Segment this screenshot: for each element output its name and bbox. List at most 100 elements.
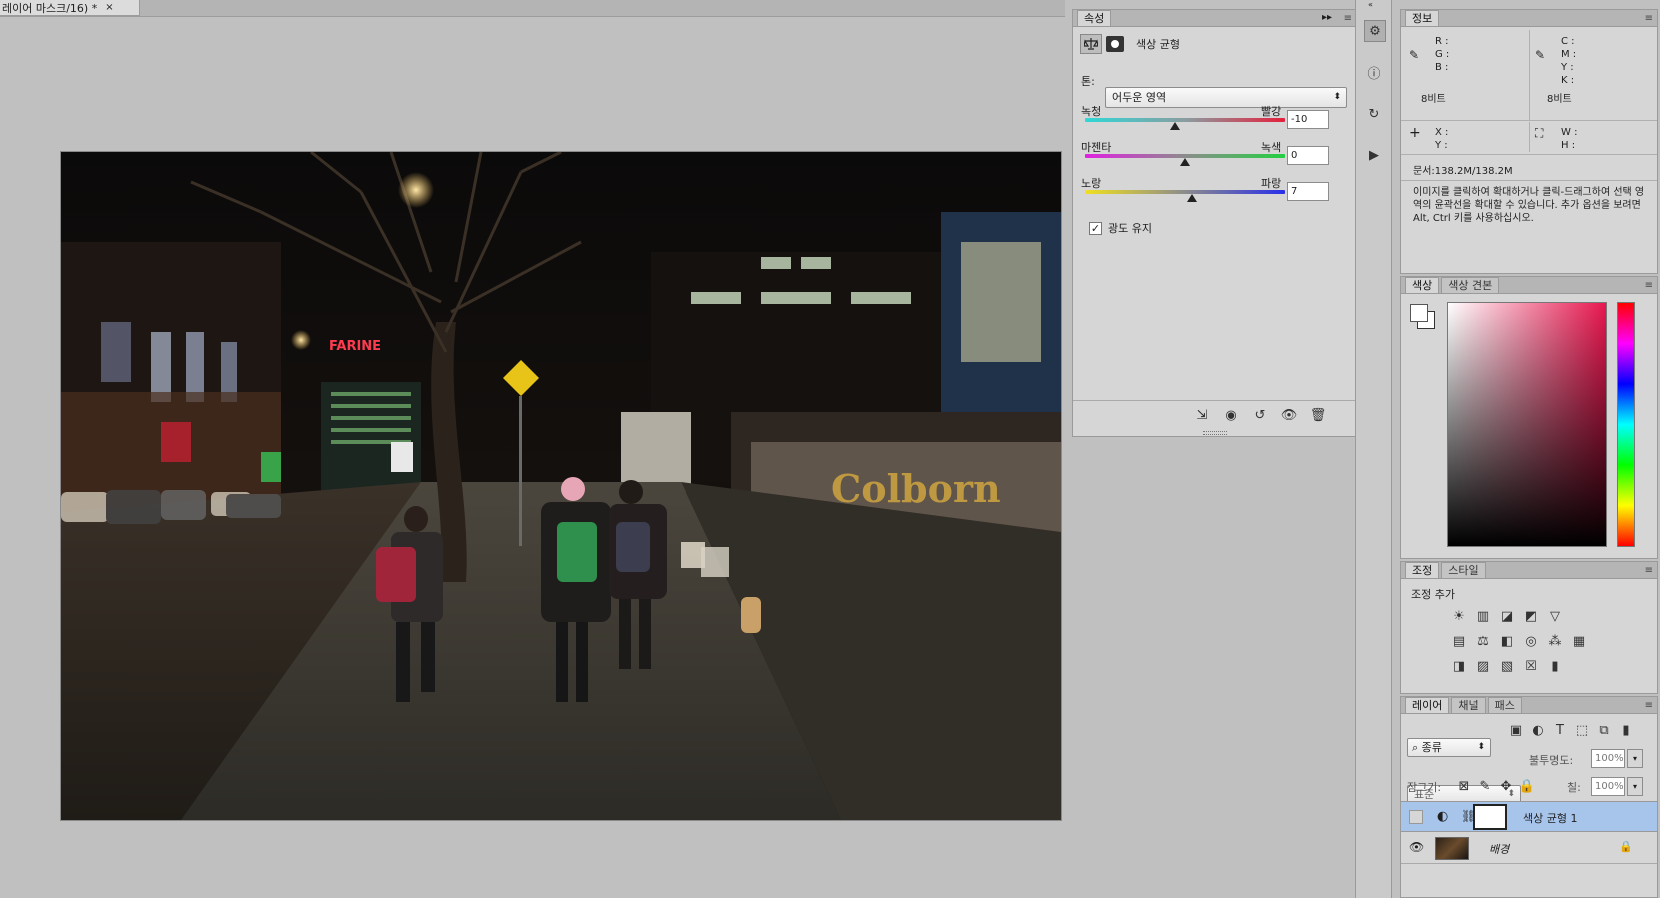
layer-row-color-balance[interactable]: ◐ ⛓ 색상 균형 1: [1401, 801, 1657, 832]
exposure-icon[interactable]: ◩: [1521, 606, 1541, 626]
color-balance-icon[interactable]: [1080, 34, 1102, 54]
brightness-icon[interactable]: ☀: [1449, 606, 1469, 626]
adjustments-dock-icon[interactable]: ⚙: [1364, 20, 1386, 42]
slider-track[interactable]: [1085, 118, 1285, 122]
lock-image-icon[interactable]: ✎: [1476, 777, 1494, 795]
fill-dropdown-icon[interactable]: ▾: [1627, 777, 1643, 796]
panel-menu-icon[interactable]: ≡: [1344, 13, 1352, 24]
select-arrows-icon: ⬍: [1477, 742, 1485, 752]
threshold-icon[interactable]: ▧: [1497, 656, 1517, 676]
visibility-icon[interactable]: 👁: [1279, 405, 1299, 425]
tab-properties[interactable]: 속성: [1077, 10, 1112, 26]
tab-info[interactable]: 정보: [1405, 10, 1440, 26]
adjustment-filter-icon[interactable]: ◐: [1529, 721, 1547, 739]
preserve-luminosity-checkbox[interactable]: ✓: [1089, 221, 1102, 235]
tab-swatches[interactable]: 색상 견본: [1441, 277, 1500, 293]
lock-position-icon[interactable]: ✥: [1497, 777, 1515, 795]
document-tab[interactable]: 레이어 마스크/16) * ×: [0, 0, 140, 16]
info-dock-icon[interactable]: ⓘ: [1364, 62, 1384, 82]
fill-field[interactable]: 100%: [1591, 777, 1625, 796]
visibility-toggle[interactable]: [1409, 810, 1423, 824]
panel-menu-icon[interactable]: ≡: [1645, 700, 1653, 711]
bit-depth-right: 8비트: [1547, 94, 1572, 105]
lock-all-icon[interactable]: 🔒: [1518, 777, 1536, 795]
slider-right-label: 녹색: [1261, 141, 1282, 154]
color-lookup-icon[interactable]: ▦: [1569, 631, 1589, 651]
layer-mask-icon[interactable]: [1106, 36, 1124, 52]
layers-panel: 레이어 채널 패스 ≡ ⌕ 종류 ⬍ ▣ ◐ T ⬚ ⧉ ▮ 표준 ⬍ 불투명도…: [1400, 696, 1658, 898]
history-dock-icon[interactable]: ↻: [1364, 104, 1384, 124]
layer-name[interactable]: 배경: [1489, 841, 1509, 857]
lock-label: 잠그기:: [1407, 781, 1442, 794]
channel-mixer-icon[interactable]: ⁂: [1545, 631, 1565, 651]
resize-grip-icon[interactable]: [1203, 431, 1227, 435]
layer-filter-select[interactable]: ⌕ 종류 ⬍: [1407, 738, 1491, 757]
black-white-icon[interactable]: ◧: [1497, 631, 1517, 651]
properties-panel: 속성 ▸▸ ≡ 색상 균형 톤: 어두운 영역 ⬍ 녹청 빨강 -10 마젠타 …: [1072, 9, 1357, 437]
properties-footer: ⇲ ◉ ↺ 👁 🗑: [1073, 400, 1356, 436]
opacity-dropdown-icon[interactable]: ▾: [1627, 749, 1643, 768]
panel-menu-icon[interactable]: ≡: [1645, 565, 1653, 576]
color-field[interactable]: [1447, 302, 1607, 547]
actions-dock-icon[interactable]: ▶: [1364, 145, 1384, 165]
tab-styles[interactable]: 스타일: [1441, 562, 1486, 578]
document-canvas-image[interactable]: FARINE Colborn: [61, 152, 1061, 820]
posterize-icon[interactable]: ▨: [1473, 656, 1493, 676]
adjustments-tabrow: 조정 스타일 ≡: [1401, 562, 1657, 579]
slider-value-field[interactable]: 0: [1287, 146, 1329, 165]
tab-paths[interactable]: 패스: [1487, 697, 1522, 713]
curves-icon[interactable]: ◪: [1497, 606, 1517, 626]
dock-strip: « ⚙ ⓘ ↻ ▶: [1355, 0, 1392, 898]
pixel-filter-icon[interactable]: ▣: [1507, 721, 1525, 739]
tab-adjustments[interactable]: 조정: [1405, 562, 1440, 578]
opacity-field[interactable]: 100%: [1591, 749, 1625, 768]
view-previous-icon[interactable]: ◉: [1221, 405, 1241, 425]
photo-filter-icon[interactable]: ◎: [1521, 631, 1541, 651]
slider-yellow-blue: 노랑 파랑 7: [1081, 175, 1349, 209]
vibrance-icon[interactable]: ▽: [1545, 606, 1565, 626]
eye-icon[interactable]: 👁: [1409, 840, 1424, 854]
levels-icon[interactable]: ▥: [1473, 606, 1493, 626]
lock-transparent-icon[interactable]: ⊠: [1455, 777, 1473, 795]
color-balance-icon[interactable]: ⚖: [1473, 631, 1493, 651]
info-hint: 이미지를 클릭하여 확대하거나 클릭-드래그하여 선택 영역의 윤곽선을 확대할…: [1413, 187, 1645, 224]
slider-thumb[interactable]: [1187, 194, 1197, 202]
cmyk-readout: C : M : Y : K :: [1561, 35, 1576, 87]
hue-bar[interactable]: [1617, 302, 1635, 547]
tab-color[interactable]: 색상: [1405, 277, 1440, 293]
gradient-map-icon[interactable]: ▮: [1545, 656, 1565, 676]
trash-icon[interactable]: 🗑: [1308, 405, 1328, 425]
rgb-r-label: R :: [1435, 36, 1449, 47]
tab-layers[interactable]: 레이어: [1405, 697, 1450, 713]
info-panel: 정보 ≡ ✎ R : G : B : ✎ C : M : Y : K : 8비트…: [1400, 9, 1658, 274]
smart-object-filter-icon[interactable]: ⧉: [1595, 721, 1613, 739]
tab-channels[interactable]: 채널: [1451, 697, 1486, 713]
layer-row-background[interactable]: 👁 배경 🔒: [1401, 833, 1657, 864]
slider-thumb[interactable]: [1180, 158, 1190, 166]
slider-value-field[interactable]: -10: [1287, 110, 1329, 129]
dock-collapse-icon[interactable]: «: [1368, 0, 1373, 9]
wh-readout: W : H :: [1561, 126, 1577, 152]
bit-depth-left: 8비트: [1421, 94, 1446, 105]
invert-icon[interactable]: ◨: [1449, 656, 1469, 676]
close-tab-icon[interactable]: ×: [105, 2, 113, 13]
collapse-panel-icon[interactable]: ▸▸: [1322, 12, 1332, 23]
slider-thumb[interactable]: [1170, 122, 1180, 130]
panel-menu-icon[interactable]: ≡: [1645, 280, 1653, 291]
clip-to-layer-icon[interactable]: ⇲: [1192, 405, 1212, 425]
foreground-color-swatch[interactable]: [1410, 304, 1428, 322]
slider-track[interactable]: [1085, 190, 1285, 194]
preserve-luminosity[interactable]: ✓ 광도 유지: [1089, 220, 1152, 236]
layer-thumbnail[interactable]: [1435, 837, 1469, 860]
slider-value-field[interactable]: 7: [1287, 182, 1329, 201]
reset-icon[interactable]: ↺: [1250, 405, 1270, 425]
shape-filter-icon[interactable]: ⬚: [1573, 721, 1591, 739]
panel-menu-icon[interactable]: ≡: [1645, 13, 1653, 24]
filter-toggle-icon[interactable]: ▮: [1617, 721, 1635, 739]
layer-name[interactable]: 색상 균형 1: [1523, 810, 1577, 826]
hue-saturation-icon[interactable]: ▤: [1449, 631, 1469, 651]
type-filter-icon[interactable]: T: [1551, 721, 1569, 739]
selective-color-icon[interactable]: ☒: [1521, 656, 1541, 676]
layer-mask-thumbnail[interactable]: [1473, 804, 1507, 830]
cmyk-y-label: Y :: [1561, 62, 1574, 73]
